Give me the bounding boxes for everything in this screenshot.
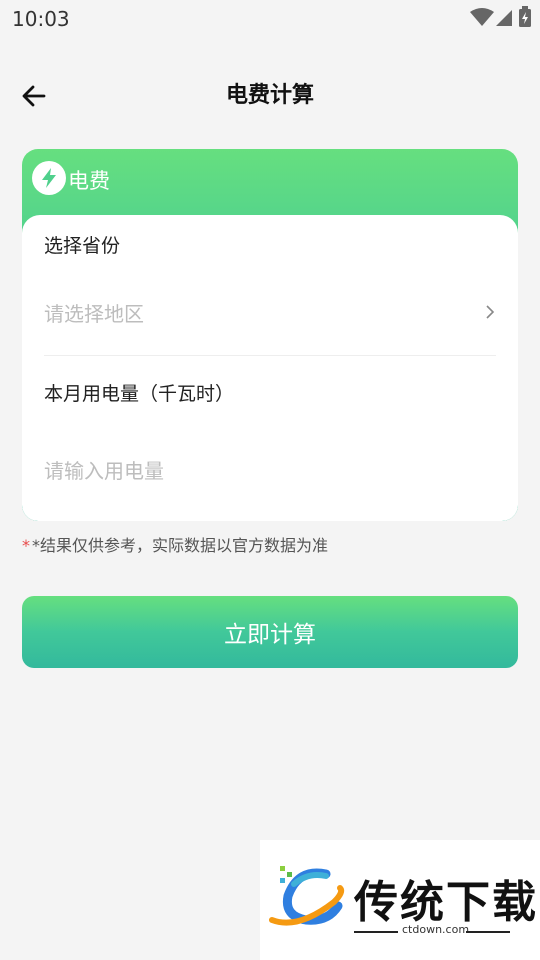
usage-input[interactable]: 请输入用电量 (22, 453, 518, 513)
back-button[interactable] (18, 80, 50, 112)
status-bar: 10:03 (0, 0, 540, 36)
calculate-button-label: 立即计算 (224, 622, 316, 648)
electricity-card: 电费 选择省份 请选择地区 本月用电量（千瓦时） 请输入用电量 (22, 149, 518, 521)
watermark: 传统下载 ctdown.com (260, 840, 540, 960)
watermark-line-right (466, 931, 510, 933)
watermark-domain: ctdown.com (402, 923, 470, 936)
page-title: 电费计算 (225, 83, 314, 108)
card-title: 电费 (68, 169, 110, 193)
usage-label: 本月用电量（千瓦时） (44, 383, 235, 405)
wifi-icon (470, 8, 494, 26)
status-time: 10:03 (12, 7, 70, 31)
watermark-brand: 传统下载 (354, 877, 538, 928)
card-header-icon-circle (32, 161, 66, 195)
region-select[interactable]: 请选择地区 (22, 295, 518, 355)
disclaimer-text: *结果仅供参考，实际数据以官方数据为准 (32, 536, 329, 555)
brand-logo-icon (269, 866, 345, 926)
watermark-line-left (354, 931, 398, 933)
signal-icon (496, 10, 512, 26)
chevron-right-icon (486, 305, 495, 319)
usage-placeholder: 请输入用电量 (44, 459, 164, 483)
required-asterisk: * (22, 536, 30, 555)
arrow-left-icon (22, 85, 46, 107)
battery-charging-icon (519, 6, 531, 27)
calculate-button[interactable]: 立即计算 (22, 596, 518, 668)
lightning-icon (42, 168, 56, 188)
form-body: 选择省份 请选择地区 本月用电量（千瓦时） 请输入用电量 (22, 215, 518, 521)
divider (44, 355, 496, 356)
province-label: 选择省份 (44, 235, 121, 257)
region-placeholder: 请选择地区 (44, 302, 144, 326)
disclaimer-note: * *结果仅供参考，实际数据以官方数据为准 (22, 532, 328, 556)
